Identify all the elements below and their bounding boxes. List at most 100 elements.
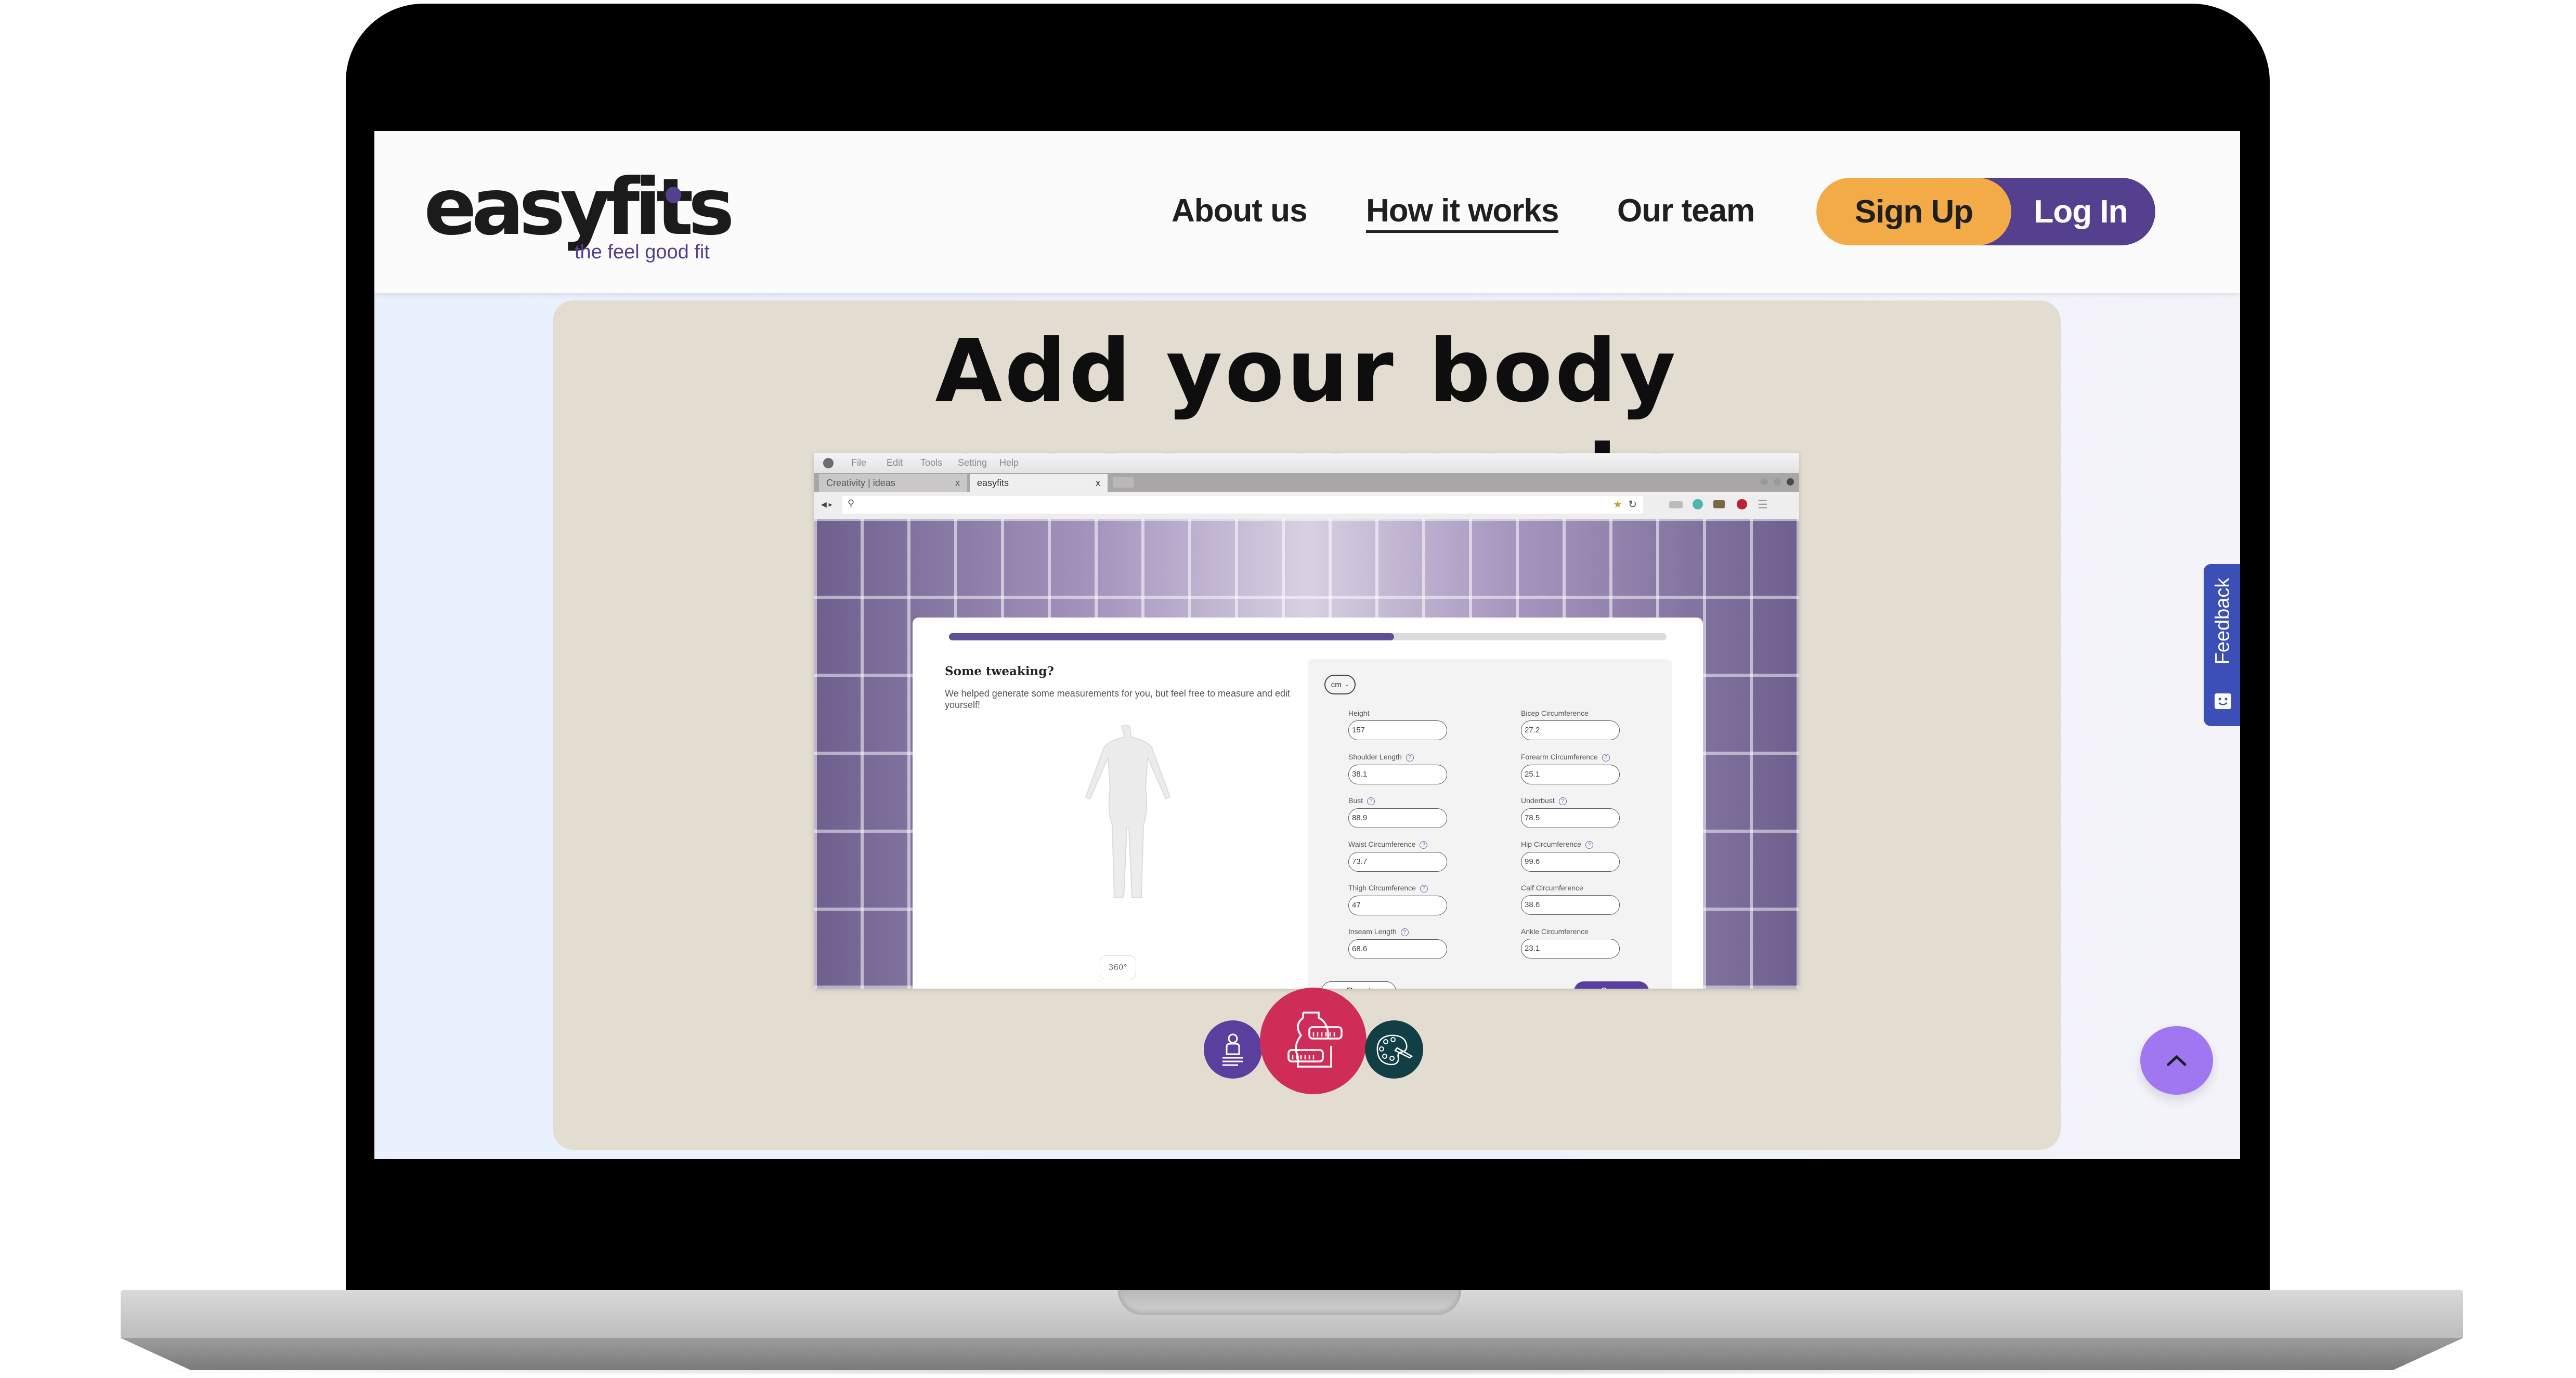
field-label: Shoulder Length? (1348, 753, 1452, 762)
help-icon[interactable]: ? (1420, 884, 1428, 893)
field-label: Calf Circumference (1521, 884, 1583, 892)
measurement-field: Height 157 (1348, 709, 1452, 740)
nav-our-team[interactable]: Our team (1617, 192, 1755, 229)
scroll-to-top-button[interactable] (2140, 1026, 2213, 1095)
menu-setting: Setting (958, 457, 987, 468)
browser-tab-creativity: Creativity | ideas x (819, 474, 967, 492)
menu-tools: Tools (920, 457, 943, 468)
browser-menubar: File Edit Tools Setting Help (814, 453, 1799, 473)
field-input[interactable]: 73.7 (1348, 851, 1447, 872)
help-icon[interactable]: ? (1558, 797, 1567, 805)
help-icon[interactable]: ? (1420, 841, 1428, 849)
progress-bar (949, 633, 1667, 640)
field-input[interactable]: 157 (1348, 720, 1447, 740)
step-measurements[interactable] (1260, 988, 1367, 1094)
feedback-tab[interactable]: Feedback (2204, 564, 2240, 726)
measurement-field: Thigh Circumference? 47 (1348, 884, 1452, 915)
field-input[interactable]: 99.6 (1521, 851, 1620, 872)
field-input[interactable]: 47 (1348, 895, 1447, 915)
menu-hamburger-icon: ☰ (1758, 498, 1768, 511)
browser-toolbar: ◀ ▸ ⚲ ★ ↻ ☰ (814, 492, 1799, 519)
menu-file: File (851, 457, 867, 468)
unit-select[interactable]: cm ⌄ (1324, 675, 1356, 694)
paint-palette-icon (1376, 1034, 1413, 1066)
chevron-up-icon (2167, 1055, 2187, 1066)
field-label: Underbust? (1521, 796, 1625, 805)
field-label: Forearm Circumference? (1521, 753, 1625, 762)
chevron-down-icon: ⌄ (1344, 681, 1349, 688)
sign-up-button[interactable]: Sign Up (1816, 178, 2011, 245)
measurement-field: Ankle Circumference 23.1 (1521, 927, 1625, 959)
field-label: Thigh Circumference? (1348, 884, 1452, 893)
measurement-field: Inseam Length? 68.6 (1348, 927, 1452, 959)
step-profile[interactable] (1204, 1020, 1262, 1079)
tab-close-icon: x (1096, 478, 1100, 488)
field-input[interactable]: 23.1 (1521, 939, 1620, 959)
field-label: Ankle Circumference (1521, 927, 1589, 936)
field-label: Hip Circumference? (1521, 840, 1625, 849)
field-input[interactable]: 27.2 (1521, 720, 1620, 740)
menu-edit: Edit (887, 457, 903, 468)
field-label: Waist Circumference? (1348, 840, 1452, 849)
measurements-panel: cm ⌄ Height 157 Bicep Circumference 27.2 Sho… (1308, 659, 1672, 989)
measurement-field: Waist Circumference? 73.7 (1348, 840, 1452, 872)
demo-screenshot: File Edit Tools Setting Help Creativity … (814, 453, 1799, 989)
window-minimize-icon (1761, 478, 1768, 485)
help-icon[interactable]: ? (1585, 841, 1593, 849)
back-forward-icon: ◀ ▸ (821, 500, 832, 508)
window-button-icon (823, 458, 834, 468)
mannequin-tape-measure-icon (1287, 1011, 1343, 1068)
progress-fill (949, 633, 1394, 640)
body-model-figure (1085, 725, 1171, 898)
field-input[interactable]: 38.6 (1521, 895, 1620, 915)
browser-tabbar: Creativity | ideas x easyfits x (814, 473, 1799, 492)
field-input[interactable]: 68.6 (1348, 939, 1447, 959)
browser-tab-easyfits: easyfits x (970, 474, 1108, 492)
nav-how-it-works[interactable]: How it works (1366, 192, 1559, 233)
person-profile-icon (1222, 1033, 1243, 1066)
help-icon[interactable]: ? (1367, 797, 1375, 805)
feedback-label: Feedback (2211, 578, 2234, 665)
laptop-hinge-notch (1118, 1290, 1461, 1315)
help-icon[interactable]: ? (1406, 753, 1414, 762)
reload-icon: ↻ (1628, 499, 1637, 510)
extension-icon (1669, 501, 1683, 508)
field-label: Inseam Length? (1348, 927, 1452, 936)
how-it-works-card: Add your body measurements File Edit Too… (553, 300, 2061, 1150)
extension-star-icon (1693, 499, 1703, 509)
step-style[interactable] (1365, 1020, 1423, 1079)
menu-help: Help (999, 457, 1019, 468)
laptop-screen: easyfits the feel good fit About us How … (374, 131, 2240, 1159)
modal-description: We helped generate some measurements for… (945, 688, 1291, 710)
nav-about-us[interactable]: About us (1172, 192, 1308, 229)
search-icon: ⚲ (848, 498, 855, 508)
window-close-icon (1787, 478, 1794, 485)
field-input[interactable]: 25.1 (1521, 764, 1620, 784)
logo-dot-icon (666, 187, 681, 203)
auth-buttons: Sign Up Log In (1816, 178, 2155, 245)
field-input[interactable]: 38.1 (1348, 764, 1447, 784)
field-label: Bicep Circumference (1521, 709, 1589, 717)
reset-button[interactable]: Reset (1321, 981, 1396, 989)
tab-label: easyfits (977, 478, 1009, 488)
extension-record-icon (1737, 499, 1747, 509)
measurement-field: Bust? 88.9 (1348, 796, 1452, 828)
save-button[interactable]: Save (1574, 981, 1649, 989)
closet-background: Some tweaking? We helped generate some m… (814, 519, 1799, 989)
measurement-modal: Some tweaking? We helped generate some m… (913, 618, 1703, 989)
logo[interactable]: easyfits the feel good fit (424, 158, 735, 263)
measurement-field: Underbust? 78.5 (1521, 796, 1625, 828)
field-input[interactable]: 78.5 (1521, 808, 1620, 828)
laptop-base-lower (121, 1338, 2463, 1370)
smiley-chat-icon (2215, 693, 2231, 709)
field-input[interactable]: 88.9 (1348, 808, 1447, 828)
help-icon[interactable]: ? (1602, 753, 1610, 762)
measurement-field: Calf Circumference 38.6 (1521, 884, 1625, 915)
modal-title: Some tweaking? (945, 664, 1054, 678)
rotate-360-button[interactable]: 360° (1100, 955, 1136, 979)
measurement-field: Forearm Circumference? 25.1 (1521, 753, 1625, 784)
window-maximize-icon (1774, 478, 1781, 485)
tab-close-icon: x (955, 478, 960, 488)
field-label: Height (1348, 709, 1370, 717)
help-icon[interactable]: ? (1400, 928, 1409, 936)
